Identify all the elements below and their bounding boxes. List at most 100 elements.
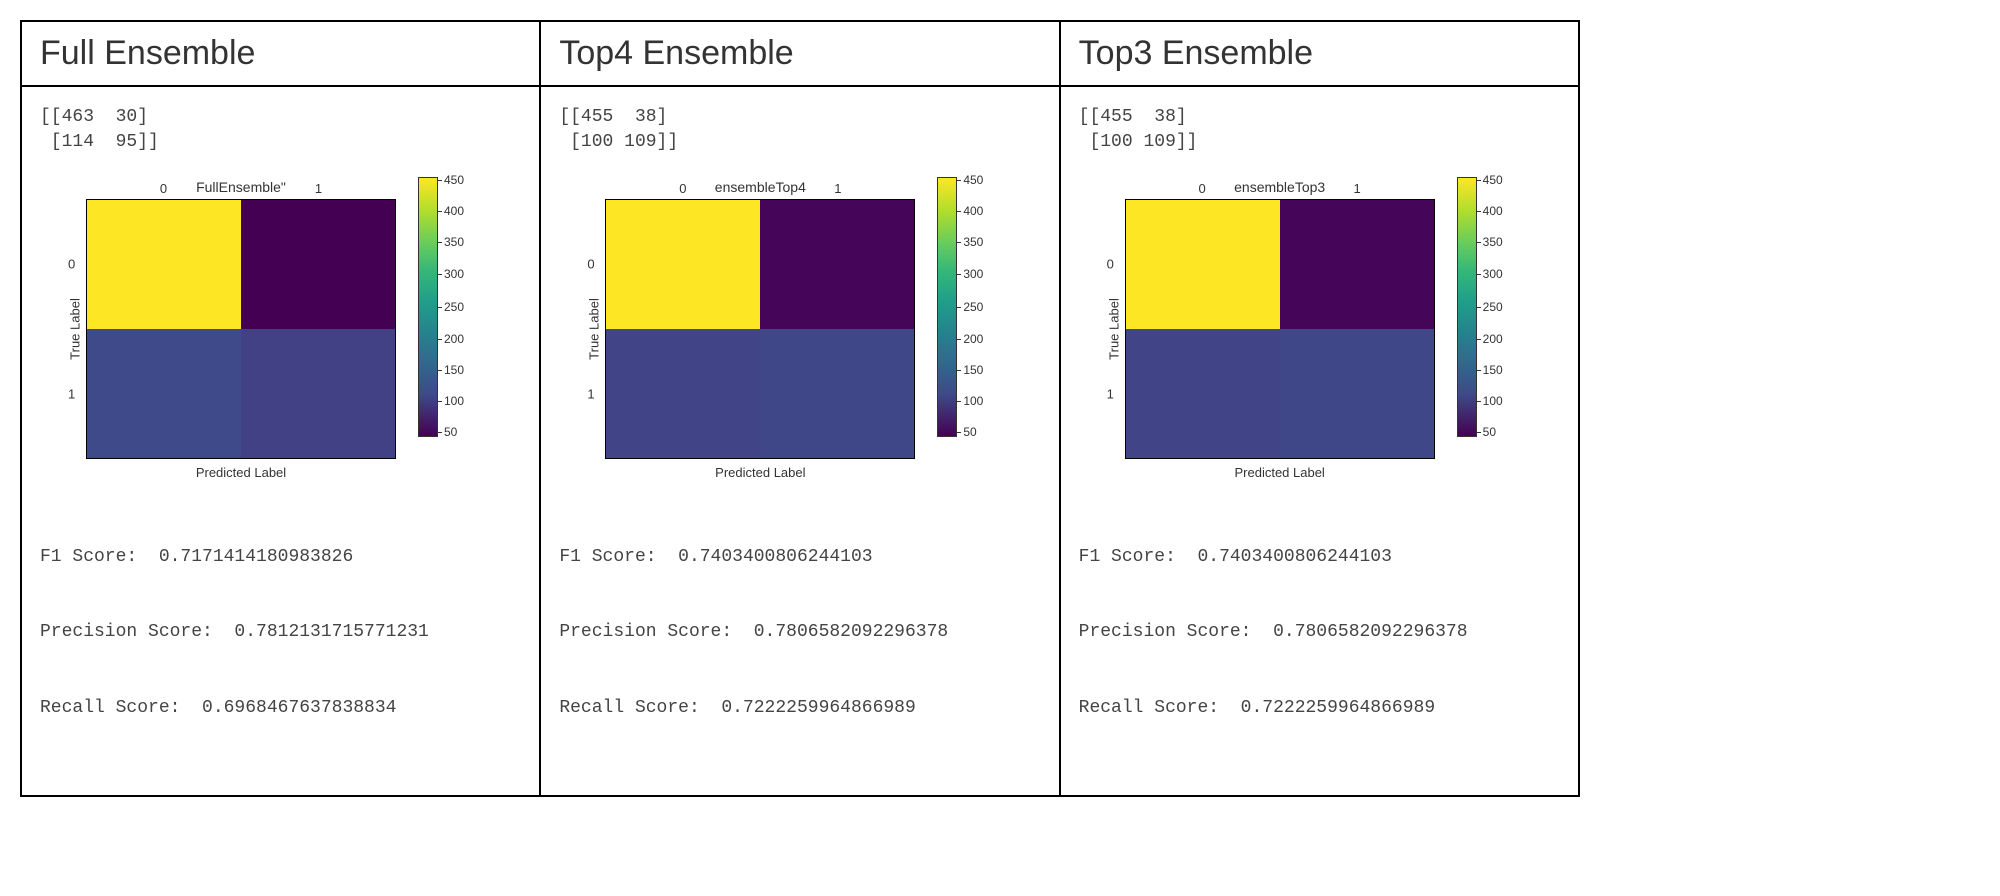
recall-score: Recall Score: 0.7222259964866989 <box>1079 696 1560 721</box>
x-tick: 0 <box>679 181 686 196</box>
x-axis-label: Predicted Label <box>86 465 396 480</box>
cb-tick: 100 <box>1483 394 1503 408</box>
confusion-heatmap: ensembleTop4 0 1 0 1 True Label <box>559 173 1040 480</box>
cb-tick: 200 <box>1483 332 1503 346</box>
f1-score: F1 Score: 0.7403400806244103 <box>559 545 1040 570</box>
cb-tick: 150 <box>1483 363 1503 377</box>
cb-tick: 350 <box>1483 235 1503 249</box>
cb-tick: 150 <box>963 363 983 377</box>
colorbar-ticks: 450 400 350 300 250 200 150 100 50 <box>1483 177 1523 437</box>
colorbar-gradient <box>937 177 957 437</box>
panel-top4-ensemble: Top4 Ensemble [[455 38] [100 109]] ensem… <box>541 22 1060 795</box>
colorbar: 450 400 350 300 250 200 150 100 50 <box>937 177 1003 437</box>
heatmap-grid: ensembleTop4 0 1 0 1 True Label <box>605 199 915 459</box>
precision-score: Precision Score: 0.7812131715771231 <box>40 620 521 645</box>
x-tick: 1 <box>834 181 841 196</box>
cb-tick: 50 <box>1483 425 1496 439</box>
metrics-block: F1 Score: 0.7171414180983826 Precision S… <box>40 494 521 771</box>
cb-tick: 250 <box>1483 300 1503 314</box>
cb-tick: 300 <box>444 267 464 281</box>
y-axis-label: True Label <box>67 299 82 361</box>
chart-title: ensembleTop3 <box>1125 179 1435 195</box>
metrics-block: F1 Score: 0.7403400806244103 Precision S… <box>1079 494 1560 771</box>
x-tick: 0 <box>160 181 167 196</box>
cb-tick: 250 <box>444 300 464 314</box>
colorbar: 450 400 350 300 250 200 150 100 50 <box>1457 177 1523 437</box>
cb-tick: 400 <box>1483 204 1503 218</box>
colorbar-gradient <box>1457 177 1477 437</box>
cb-tick: 350 <box>963 235 983 249</box>
cb-tick: 100 <box>963 394 983 408</box>
heatmap-cell <box>1126 329 1280 458</box>
confusion-heatmap: FullEnsemble" 0 1 0 1 True Label <box>40 173 521 480</box>
panel-title: Full Ensemble <box>22 22 539 87</box>
cb-tick: 50 <box>963 425 976 439</box>
cb-tick: 400 <box>963 204 983 218</box>
cb-tick: 200 <box>963 332 983 346</box>
x-axis-label: Predicted Label <box>605 465 915 480</box>
cb-tick: 150 <box>444 363 464 377</box>
heatmap-cell <box>606 329 760 458</box>
heatmap-cell <box>87 200 241 329</box>
y-tick: 0 <box>587 257 594 272</box>
heatmap-cell <box>1280 329 1434 458</box>
heatmap-cell <box>606 200 760 329</box>
cb-tick: 300 <box>963 267 983 281</box>
cb-tick: 350 <box>444 235 464 249</box>
y-tick: 0 <box>68 257 75 272</box>
y-tick: 1 <box>1107 387 1114 402</box>
confusion-heatmap: ensembleTop3 0 1 0 1 True Label <box>1079 173 1560 480</box>
cb-tick: 50 <box>444 425 457 439</box>
heatmap-cell <box>1280 200 1434 329</box>
y-tick: 1 <box>68 387 75 402</box>
heatmap-cell <box>760 200 914 329</box>
heatmap-cell <box>241 329 395 458</box>
colorbar-ticks: 450 400 350 300 250 200 150 100 50 <box>444 177 484 437</box>
cb-tick: 450 <box>963 173 983 187</box>
cb-tick: 100 <box>444 394 464 408</box>
y-axis-label: True Label <box>1106 299 1121 361</box>
recall-score: Recall Score: 0.7222259964866989 <box>559 696 1040 721</box>
y-tick: 1 <box>587 387 594 402</box>
panel-title: Top4 Ensemble <box>541 22 1058 87</box>
colorbar-gradient <box>418 177 438 437</box>
confusion-matrix-text: [[455 38] [100 109]] <box>559 105 1040 155</box>
x-tick: 0 <box>1199 181 1206 196</box>
y-axis-label: True Label <box>587 299 602 361</box>
heatmap-grid: FullEnsemble" 0 1 0 1 True Label <box>86 199 396 459</box>
f1-score: F1 Score: 0.7171414180983826 <box>40 545 521 570</box>
x-tick: 1 <box>1354 181 1361 196</box>
panel-body: [[463 30] [114 95]] FullEnsemble" 0 1 0 … <box>22 87 539 795</box>
heatmap-cell <box>760 329 914 458</box>
f1-score: F1 Score: 0.7403400806244103 <box>1079 545 1560 570</box>
colorbar: 450 400 350 300 250 200 150 100 50 <box>418 177 484 437</box>
heatmap-grid: ensembleTop3 0 1 0 1 True Label <box>1125 199 1435 459</box>
panel-body: [[455 38] [100 109]] ensembleTop4 0 1 0 … <box>541 87 1058 795</box>
cb-tick: 300 <box>1483 267 1503 281</box>
cb-tick: 250 <box>963 300 983 314</box>
chart-title: FullEnsemble" <box>86 179 396 195</box>
y-tick: 0 <box>1107 257 1114 272</box>
heatmap-cell <box>87 329 241 458</box>
precision-score: Precision Score: 0.7806582092296378 <box>1079 620 1560 645</box>
colorbar-ticks: 450 400 350 300 250 200 150 100 50 <box>963 177 1003 437</box>
confusion-matrix-text: [[455 38] [100 109]] <box>1079 105 1560 155</box>
cb-tick: 200 <box>444 332 464 346</box>
panel-body: [[455 38] [100 109]] ensembleTop3 0 1 0 … <box>1061 87 1578 795</box>
cb-tick: 450 <box>444 173 464 187</box>
panel-title: Top3 Ensemble <box>1061 22 1578 87</box>
panel-top3-ensemble: Top3 Ensemble [[455 38] [100 109]] ensem… <box>1061 22 1578 795</box>
chart-title: ensembleTop4 <box>605 179 915 195</box>
metrics-block: F1 Score: 0.7403400806244103 Precision S… <box>559 494 1040 771</box>
x-axis-label: Predicted Label <box>1125 465 1435 480</box>
ensemble-comparison-table: Full Ensemble [[463 30] [114 95]] FullEn… <box>20 20 1580 797</box>
precision-score: Precision Score: 0.7806582092296378 <box>559 620 1040 645</box>
cb-tick: 400 <box>444 204 464 218</box>
heatmap-cell <box>1126 200 1280 329</box>
cb-tick: 450 <box>1483 173 1503 187</box>
x-tick: 1 <box>315 181 322 196</box>
confusion-matrix-text: [[463 30] [114 95]] <box>40 105 521 155</box>
heatmap-cell <box>241 200 395 329</box>
recall-score: Recall Score: 0.6968467637838834 <box>40 696 521 721</box>
panel-full-ensemble: Full Ensemble [[463 30] [114 95]] FullEn… <box>22 22 541 795</box>
